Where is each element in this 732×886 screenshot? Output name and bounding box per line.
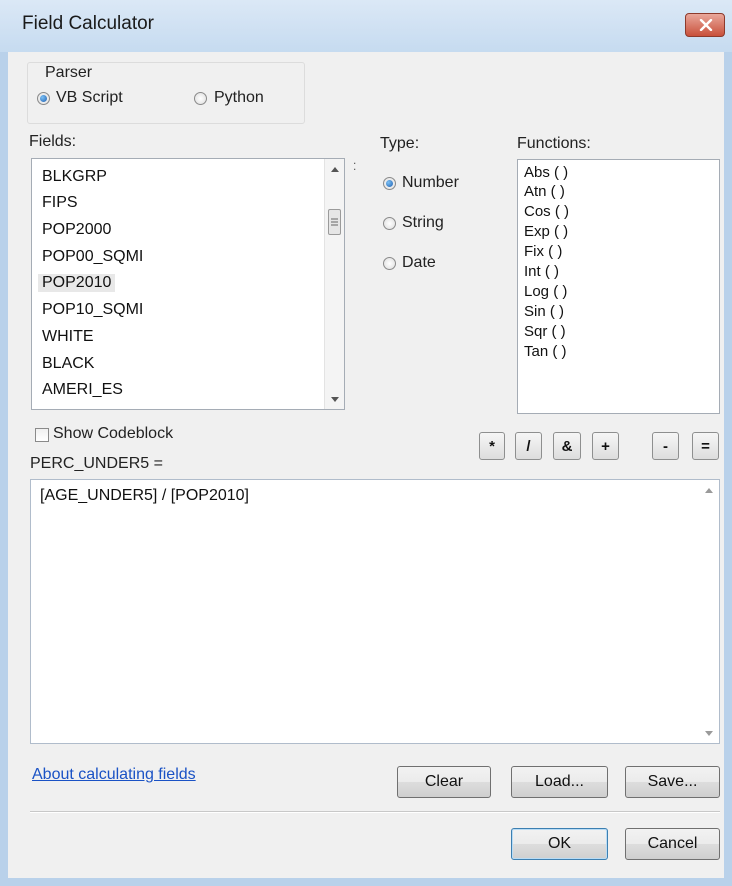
function-item[interactable]: Fix ( ) bbox=[524, 244, 562, 260]
list-item[interactable]: WHITE bbox=[42, 328, 94, 346]
chevron-up-icon bbox=[704, 487, 713, 493]
expression-label: PERC_UNDER5 = bbox=[30, 455, 163, 472]
expression-textarea[interactable]: [AGE_UNDER5] / [POP2010] bbox=[30, 479, 720, 744]
list-item-selected[interactable]: POP2010 bbox=[38, 274, 116, 292]
scroll-down-button[interactable] bbox=[325, 389, 344, 409]
date-radio[interactable] bbox=[383, 257, 396, 270]
vbscript-radio[interactable] bbox=[37, 92, 50, 105]
close-button[interactable] bbox=[685, 13, 725, 37]
concatenate-button[interactable]: & bbox=[553, 432, 581, 460]
function-item[interactable]: Int ( ) bbox=[524, 264, 559, 280]
functions-listbox[interactable]: Abs ( ) Atn ( ) Cos ( ) Exp ( ) Fix ( ) … bbox=[517, 159, 720, 414]
type-label: Type: bbox=[380, 135, 420, 152]
number-label[interactable]: Number bbox=[402, 174, 459, 192]
function-item[interactable]: Sin ( ) bbox=[524, 304, 564, 320]
function-item[interactable]: Tan ( ) bbox=[524, 344, 567, 360]
fields-label: Fields: bbox=[29, 133, 77, 150]
list-item[interactable]: POP10_SQMI bbox=[42, 301, 143, 319]
expression-scrollbar[interactable] bbox=[699, 480, 719, 743]
date-label[interactable]: Date bbox=[402, 254, 436, 272]
load-button[interactable]: Load... bbox=[511, 766, 608, 798]
function-item[interactable]: Log ( ) bbox=[524, 284, 567, 300]
python-label[interactable]: Python bbox=[214, 89, 264, 107]
title-bar[interactable]: Field Calculator bbox=[0, 0, 732, 52]
function-item[interactable]: Cos ( ) bbox=[524, 204, 569, 220]
add-button[interactable]: + bbox=[592, 432, 619, 460]
separator bbox=[30, 811, 720, 813]
expression-text[interactable]: [AGE_UNDER5] / [POP2010] bbox=[40, 487, 249, 505]
function-item[interactable]: Abs ( ) bbox=[524, 165, 568, 181]
list-item[interactable]: POP00_SQMI bbox=[42, 248, 143, 266]
scroll-down-button[interactable] bbox=[699, 723, 718, 743]
ok-button[interactable]: OK bbox=[511, 828, 608, 860]
string-label[interactable]: String bbox=[402, 214, 444, 232]
python-radio[interactable] bbox=[194, 92, 207, 105]
close-icon bbox=[699, 19, 713, 31]
splitter-mark: .. bbox=[353, 153, 357, 173]
scroll-up-button[interactable] bbox=[699, 480, 718, 500]
cancel-button[interactable]: Cancel bbox=[625, 828, 720, 860]
field-calculator-window: Field Calculator Parser VB Script Python… bbox=[0, 0, 732, 886]
functions-label: Functions: bbox=[517, 135, 591, 152]
vbscript-label[interactable]: VB Script bbox=[56, 89, 123, 107]
parser-label: Parser bbox=[45, 64, 93, 81]
scroll-up-button[interactable] bbox=[325, 159, 344, 179]
list-item[interactable]: BLKGRP bbox=[42, 168, 107, 186]
function-item[interactable]: Sqr ( ) bbox=[524, 324, 566, 340]
list-item[interactable]: POP2000 bbox=[42, 221, 111, 239]
clear-button[interactable]: Clear bbox=[397, 766, 491, 798]
show-codeblock-checkbox[interactable] bbox=[35, 428, 49, 442]
fields-scrollbar[interactable] bbox=[324, 159, 344, 409]
function-item[interactable]: Atn ( ) bbox=[524, 184, 565, 200]
list-item[interactable]: BLACK bbox=[42, 355, 94, 373]
number-radio[interactable] bbox=[383, 177, 396, 190]
chevron-down-icon bbox=[704, 730, 713, 736]
grip-icon bbox=[331, 218, 338, 226]
list-item[interactable]: AMERI_ES bbox=[42, 381, 123, 399]
chevron-down-icon bbox=[330, 396, 339, 402]
save-button[interactable]: Save... bbox=[625, 766, 720, 798]
show-codeblock-label[interactable]: Show Codeblock bbox=[53, 425, 173, 443]
fields-listbox[interactable]: BLKGRP FIPS POP2000 POP00_SQMI POP2010 P… bbox=[31, 158, 345, 410]
equals-button[interactable]: = bbox=[692, 432, 719, 460]
about-calculating-fields-link[interactable]: About calculating fields bbox=[32, 766, 196, 784]
chevron-up-icon bbox=[330, 166, 339, 172]
function-item[interactable]: Exp ( ) bbox=[524, 224, 568, 240]
window-title: Field Calculator bbox=[22, 13, 154, 34]
list-item[interactable]: FIPS bbox=[42, 194, 78, 212]
scroll-thumb[interactable] bbox=[328, 209, 341, 235]
string-radio[interactable] bbox=[383, 217, 396, 230]
divide-button[interactable]: / bbox=[515, 432, 542, 460]
multiply-button[interactable]: * bbox=[479, 432, 505, 460]
subtract-button[interactable]: - bbox=[652, 432, 679, 460]
